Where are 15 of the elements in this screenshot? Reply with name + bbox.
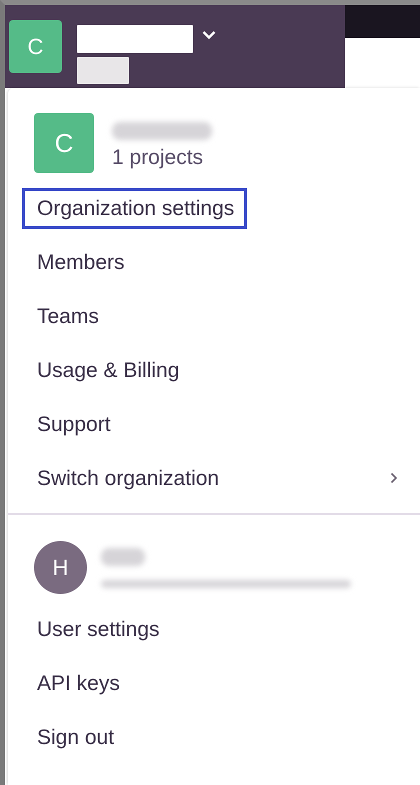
menu-item[interactable]: Switch organization [22,458,232,498]
redacted-text [77,57,129,84]
menu-item[interactable]: Support [22,404,124,444]
org-avatar: C [34,113,94,173]
menu-item[interactable]: User settings [22,608,173,650]
chevron-down-icon[interactable] [202,30,216,40]
user-avatar: H [34,541,87,594]
menu-item[interactable]: Organization settings [22,188,248,228]
menu-item[interactable]: API keys [22,662,133,704]
menu-item[interactable]: Usage & Billing [22,350,192,390]
menu-item[interactable]: Sign out [22,716,128,758]
redacted-text [101,548,145,566]
menu-item[interactable]: Members [22,242,138,282]
menu-item[interactable]: Teams [22,296,112,336]
project-count: 1 projects [112,146,204,170]
